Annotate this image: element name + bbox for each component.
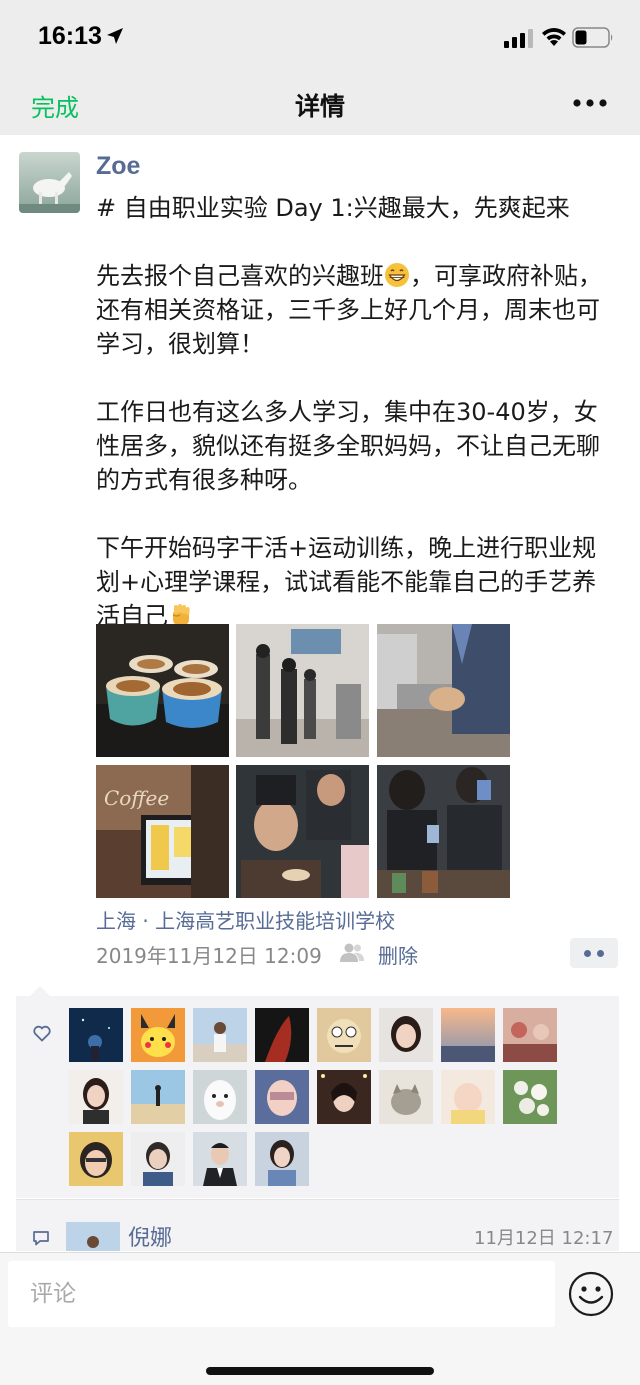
liker-avatar[interactable] <box>255 1132 309 1186</box>
photo-classroom[interactable] <box>236 624 369 757</box>
wifi-icon <box>542 28 566 46</box>
home-indicator[interactable] <box>206 1367 434 1375</box>
photo-coffee-poster[interactable]: Coffee <box>96 765 229 898</box>
more-icon[interactable] <box>572 97 608 109</box>
post-paragraph-3: 下午开始码字干活+运动训练，晚上进行职业规划+心理学课程，试试看能不能靠自己的手… <box>96 534 597 630</box>
author-name[interactable]: Zoe <box>96 152 140 181</box>
status-bar: 16:13 <box>0 0 640 75</box>
location-arrow-icon <box>107 28 123 44</box>
commenter-name[interactable]: 倪娜 <box>128 1220 172 1251</box>
comment-bubble-icon <box>33 1231 49 1246</box>
commenter-avatar[interactable] <box>66 1222 120 1251</box>
page-title: 详情 <box>294 92 345 121</box>
post-paragraph-2: 工作日也有这么多人学习，集中在30-40岁，女性居多，貌似还有挺多全职妈妈，不让… <box>96 398 600 494</box>
visibility-people-icon <box>340 943 364 962</box>
dot-icon <box>597 950 604 957</box>
post-actions-button[interactable] <box>570 938 618 968</box>
navigation-bar: 完成 详情 <box>0 75 640 135</box>
battery-icon <box>572 27 613 48</box>
comment-time: 11月12日 12:17 <box>474 1228 614 1249</box>
photo-grid: Coffee <box>96 624 510 898</box>
liker-avatar[interactable] <box>503 1008 557 1062</box>
post-body: # 自由职业实验 Day 1:兴趣最大，先爽起来 先去报个自己喜欢的兴趣班 ，可… <box>96 191 616 633</box>
emoji-icon[interactable] <box>568 1271 614 1317</box>
grinning-face-emoji-icon <box>385 263 409 287</box>
location-link[interactable]: 上海 · 上海高艺职业技能培训学校 <box>96 905 395 934</box>
delete-button[interactable]: 删除 <box>378 940 418 969</box>
liker-avatar[interactable] <box>131 1008 185 1062</box>
liker-avatar[interactable] <box>255 1070 309 1124</box>
liker-avatar[interactable] <box>69 1070 123 1124</box>
comment-input[interactable] <box>8 1261 555 1327</box>
comment-input-bar <box>0 1252 640 1385</box>
liker-avatar[interactable] <box>69 1008 123 1062</box>
comments-panel: 倪娜 11月12日 12:17 <box>16 1199 619 1251</box>
photo-students-phones[interactable] <box>377 765 510 898</box>
photo-espresso-machine[interactable] <box>377 624 510 757</box>
photo-latte-cups[interactable] <box>96 624 229 757</box>
heart-icon <box>33 1025 51 1042</box>
post-timestamp: 2019年11月12日 12:09 <box>96 944 322 968</box>
svg-text:Coffee: Coffee <box>104 786 169 810</box>
liker-avatar[interactable] <box>69 1132 123 1186</box>
liker-avatar[interactable] <box>379 1008 433 1062</box>
liker-avatar[interactable] <box>379 1070 433 1124</box>
post-paragraph-1: 先去报个自己喜欢的兴趣班 ，可享政府补贴，还有相关资格证，三千多上好几个月，周末… <box>96 262 602 358</box>
liker-avatar[interactable] <box>441 1070 495 1124</box>
liker-avatar[interactable] <box>193 1070 247 1124</box>
liker-avatar[interactable] <box>255 1008 309 1062</box>
liker-avatar[interactable] <box>441 1008 495 1062</box>
clock: 16:13 <box>38 22 102 50</box>
liker-avatar[interactable] <box>317 1008 371 1062</box>
liker-avatar[interactable] <box>131 1070 185 1124</box>
dot-icon <box>584 950 591 957</box>
liker-avatar[interactable] <box>317 1070 371 1124</box>
photo-students-latte-art[interactable] <box>236 765 369 898</box>
liker-avatar[interactable] <box>131 1132 185 1186</box>
liker-avatar[interactable] <box>193 1008 247 1062</box>
author-avatar[interactable] <box>19 152 80 213</box>
liker-avatar[interactable] <box>193 1132 247 1186</box>
cellular-signal-icon <box>504 29 533 48</box>
post-title-line: # 自由职业实验 Day 1:兴趣最大，先爽起来 <box>96 194 570 222</box>
likes-panel-caret <box>30 986 50 996</box>
liker-avatar[interactable] <box>503 1070 557 1124</box>
